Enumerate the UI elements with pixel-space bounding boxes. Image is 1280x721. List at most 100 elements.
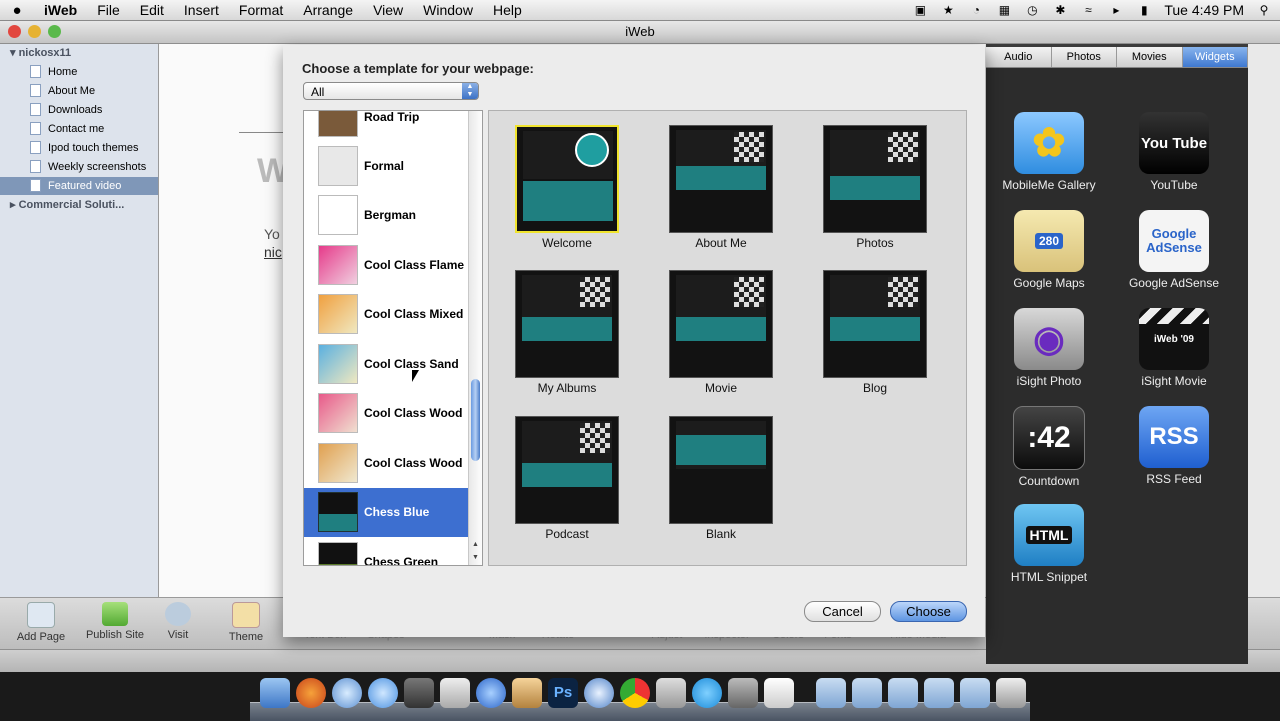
theme-list-scrollbar[interactable]: ▲ ▼: [468, 111, 482, 565]
theme-item-selected[interactable]: Chess Blue: [304, 488, 468, 537]
template-blank[interactable]: Blank: [669, 416, 773, 541]
theme-filter-select[interactable]: All ▲ ▼: [303, 82, 479, 100]
tab-audio[interactable]: Audio: [986, 47, 1052, 67]
firefox-icon[interactable]: [296, 678, 326, 708]
widget-google-adsense[interactable]: Google AdSense Google AdSense: [1114, 210, 1234, 290]
tab-movies[interactable]: Movies: [1117, 47, 1183, 67]
trash-icon[interactable]: [996, 678, 1026, 708]
add-page-button[interactable]: Add Page: [6, 602, 76, 643]
widget-google-maps[interactable]: 280 Google Maps: [989, 210, 1109, 290]
menu-file[interactable]: File: [87, 2, 130, 18]
pictures-folder-icon[interactable]: [888, 678, 918, 708]
theme-item[interactable]: Chess Green: [304, 538, 468, 565]
pen-icon[interactable]: [656, 678, 686, 708]
wifi-status-icon[interactable]: ≈: [1080, 3, 1096, 17]
template-movie[interactable]: Movie: [669, 270, 773, 395]
scroll-up-icon[interactable]: ▲: [469, 538, 482, 551]
tab-photos[interactable]: Photos: [1052, 47, 1117, 67]
clock-status-icon[interactable]: ◷: [1024, 3, 1040, 17]
clock-text[interactable]: Tue 4:49 PM: [1164, 2, 1244, 18]
menu-format[interactable]: Format: [229, 2, 293, 18]
publish-site-button[interactable]: Publish Site: [80, 602, 150, 641]
theme-item[interactable]: Cool Class Sand: [304, 340, 468, 389]
theme-list[interactable]: Road Trip Formal Bergman Cool Class Flam…: [303, 110, 483, 566]
widget-isight-movie[interactable]: iWeb '09 iSight Movie: [1114, 308, 1234, 388]
theme-item[interactable]: Cool Class Mixed: [304, 290, 468, 339]
sidebar-page-contact-me[interactable]: Contact me: [30, 120, 158, 138]
menu-view[interactable]: View: [363, 2, 413, 18]
apple-menu-icon[interactable]: ●: [0, 2, 34, 19]
template-podcast[interactable]: Podcast: [515, 416, 619, 541]
template-about-me[interactable]: About Me: [669, 125, 773, 250]
volume-status-icon[interactable]: ▸: [1108, 3, 1124, 17]
template-photos[interactable]: Photos: [823, 125, 927, 250]
movies-folder-icon[interactable]: [924, 678, 954, 708]
widget-rss-feed[interactable]: RSS RSS Feed: [1114, 406, 1234, 486]
scroll-down-icon[interactable]: ▼: [469, 551, 482, 564]
sidebar-page-downloads[interactable]: Downloads: [30, 101, 158, 119]
theme-item[interactable]: Cool Class Flame: [304, 241, 468, 290]
widget-countdown[interactable]: :42 Countdown: [989, 406, 1109, 488]
theme-item[interactable]: Cool Class Wood: [304, 389, 468, 438]
choose-button[interactable]: Choose: [890, 601, 967, 622]
textedit-icon[interactable]: [764, 678, 794, 708]
finder-icon[interactable]: [260, 678, 290, 708]
photoshop-icon[interactable]: Ps: [548, 678, 578, 708]
minimize-button[interactable]: [28, 25, 41, 38]
applications-folder-icon[interactable]: [816, 678, 846, 708]
network-icon[interactable]: [584, 678, 614, 708]
sidebar-page-about-me[interactable]: About Me: [30, 82, 158, 100]
script-status-icon[interactable]: ▦: [996, 3, 1012, 17]
menu-arrange[interactable]: Arrange: [293, 2, 363, 18]
page-icon: [30, 122, 41, 135]
bluetooth-status-icon[interactable]: ✱: [1052, 3, 1068, 17]
preview-icon[interactable]: [512, 678, 542, 708]
widget-isight-photo[interactable]: ◉ iSight Photo: [989, 308, 1109, 388]
visit-button[interactable]: Visit: [143, 602, 213, 641]
theme-item[interactable]: Road Trip: [304, 111, 468, 142]
zoom-button[interactable]: [48, 25, 61, 38]
template-blog[interactable]: Blog: [823, 270, 927, 395]
template-my-albums[interactable]: My Albums: [515, 270, 619, 395]
itunes-icon[interactable]: [368, 678, 398, 708]
menu-app[interactable]: iWeb: [34, 2, 87, 18]
timemachine-status-icon[interactable]: ◔: [968, 3, 984, 17]
thumb-chess: [580, 277, 610, 307]
spotlight-icon[interactable]: ⚲: [1256, 3, 1272, 17]
sidebar-page-featured-video[interactable]: Featured video: [0, 177, 158, 195]
widget-html-snippet[interactable]: HTML HTML Snippet: [989, 504, 1109, 584]
theme-item[interactable]: Cool Class Wood: [304, 439, 468, 488]
camera-status-icon[interactable]: ▣: [912, 3, 928, 17]
widget-youtube[interactable]: You Tube YouTube: [1114, 112, 1234, 192]
site-item-nickosx11[interactable]: ▾ nickosx11: [10, 44, 71, 62]
system-preferences-icon[interactable]: [728, 678, 758, 708]
documents-folder-icon[interactable]: [852, 678, 882, 708]
downloads-folder-icon[interactable]: [960, 678, 990, 708]
imovie-icon[interactable]: [404, 678, 434, 708]
template-welcome[interactable]: Welcome: [515, 125, 619, 250]
skype-icon[interactable]: [332, 678, 362, 708]
menu-window[interactable]: Window: [413, 2, 483, 18]
sidebar-page-ipod-touch-themes[interactable]: Ipod touch themes: [30, 139, 158, 157]
menu-help[interactable]: Help: [483, 2, 532, 18]
skype-s-icon[interactable]: [692, 678, 722, 708]
cancel-button[interactable]: Cancel: [804, 601, 881, 622]
close-button[interactable]: [8, 25, 21, 38]
menu-insert[interactable]: Insert: [174, 2, 229, 18]
theme-item[interactable]: Bergman: [304, 191, 468, 240]
canvas-link[interactable]: nic: [264, 244, 282, 260]
battery-status-icon[interactable]: ▮: [1136, 3, 1152, 17]
site-item-commercial[interactable]: ▸ Commercial Soluti...: [10, 196, 124, 214]
theme-item[interactable]: Formal: [304, 142, 468, 191]
chrome-icon[interactable]: [620, 678, 650, 708]
safari-icon[interactable]: [476, 678, 506, 708]
menu-edit[interactable]: Edit: [130, 2, 174, 18]
sync-status-icon[interactable]: ★: [940, 3, 956, 17]
widget-mobileme-gallery[interactable]: ✿ MobileMe Gallery: [989, 112, 1109, 192]
sidebar-page-weekly-screenshots[interactable]: Weekly screenshots: [30, 158, 158, 176]
theme-button[interactable]: Theme: [211, 602, 281, 643]
tab-widgets[interactable]: Widgets: [1182, 47, 1248, 67]
sidebar-page-home[interactable]: Home: [30, 63, 158, 81]
star-app-icon[interactable]: [440, 678, 470, 708]
scrollbar-thumb[interactable]: [471, 379, 480, 461]
